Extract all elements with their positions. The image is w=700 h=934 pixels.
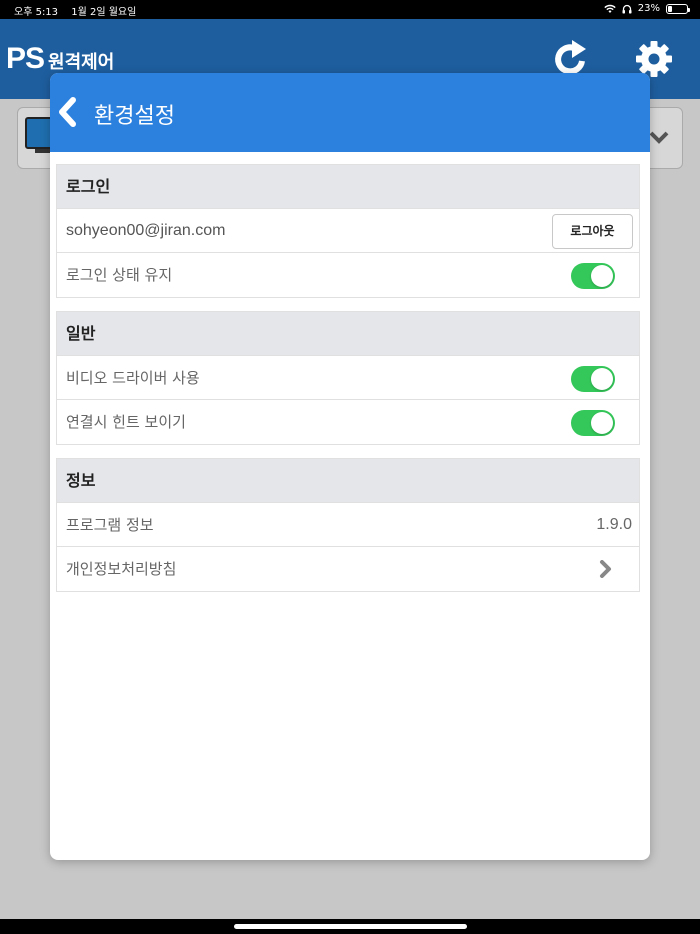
- version-value: 1.9.0: [596, 516, 632, 533]
- settings-modal: 환경설정 로그인 sohyeon00@jiran.com 로그아웃 로그인 상태…: [50, 73, 650, 860]
- row-account: sohyeon00@jiran.com 로그아웃: [57, 209, 639, 253]
- chevron-right-icon: [600, 560, 611, 578]
- logout-button[interactable]: 로그아웃: [552, 214, 633, 249]
- row-privacy[interactable]: 개인정보처리방침: [57, 547, 639, 591]
- battery-icon: [666, 3, 690, 14]
- app-logo-name: 원격제어: [48, 52, 115, 73]
- page-title: 환경설정: [94, 104, 175, 129]
- program-info-label: 프로그램 정보: [66, 516, 154, 534]
- keep-login-label: 로그인 상태 유지: [66, 266, 173, 284]
- video-driver-label: 비디오 드라이버 사용: [66, 369, 200, 387]
- account-email: sohyeon00@jiran.com: [66, 222, 226, 239]
- hints-label: 연결시 힌트 보이기: [66, 413, 186, 431]
- row-keep-login: 로그인 상태 유지: [57, 253, 639, 297]
- section-info: 정보 프로그램 정보 1.9.0 개인정보처리방침: [56, 458, 640, 592]
- toggle-knob: [591, 368, 613, 390]
- app-logo-ps: PS: [6, 42, 45, 75]
- home-bar-area: [0, 919, 700, 934]
- section-login: 로그인 sohyeon00@jiran.com 로그아웃 로그인 상태 유지: [56, 164, 640, 298]
- privacy-label: 개인정보처리방침: [66, 560, 177, 578]
- battery-percent: 23%: [637, 3, 660, 14]
- wifi-icon: [604, 4, 616, 13]
- row-video-driver: 비디오 드라이버 사용: [57, 356, 639, 400]
- home-indicator[interactable]: [234, 924, 467, 929]
- toggle-knob: [591, 412, 613, 434]
- toggle-knob: [591, 265, 613, 287]
- section-header-info: 정보: [57, 459, 639, 503]
- row-hints: 연결시 힌트 보이기: [57, 400, 639, 444]
- section-header-login: 로그인: [57, 165, 639, 209]
- headphones-icon: [622, 4, 632, 13]
- section-header-general: 일반: [57, 312, 639, 356]
- battery-level: [668, 5, 673, 12]
- row-program-info: 프로그램 정보 1.9.0: [57, 503, 639, 547]
- section-general: 일반 비디오 드라이버 사용 연결시 힌트 보이기: [56, 311, 640, 445]
- keep-login-toggle[interactable]: [571, 263, 615, 289]
- video-driver-toggle[interactable]: [571, 366, 615, 392]
- status-bar: 오후 5:13 1월 2일 월요일 23%: [0, 0, 700, 19]
- status-time: 오후 5:13: [14, 7, 59, 18]
- refresh-icon[interactable]: [552, 39, 590, 77]
- hints-toggle[interactable]: [571, 410, 615, 436]
- status-date: 1월 2일 월요일: [71, 7, 137, 18]
- back-icon[interactable]: [56, 95, 80, 129]
- app-logo: PS 원격제어: [6, 42, 114, 76]
- chevron-down-icon: [649, 131, 669, 144]
- modal-header: 환경설정: [50, 73, 650, 152]
